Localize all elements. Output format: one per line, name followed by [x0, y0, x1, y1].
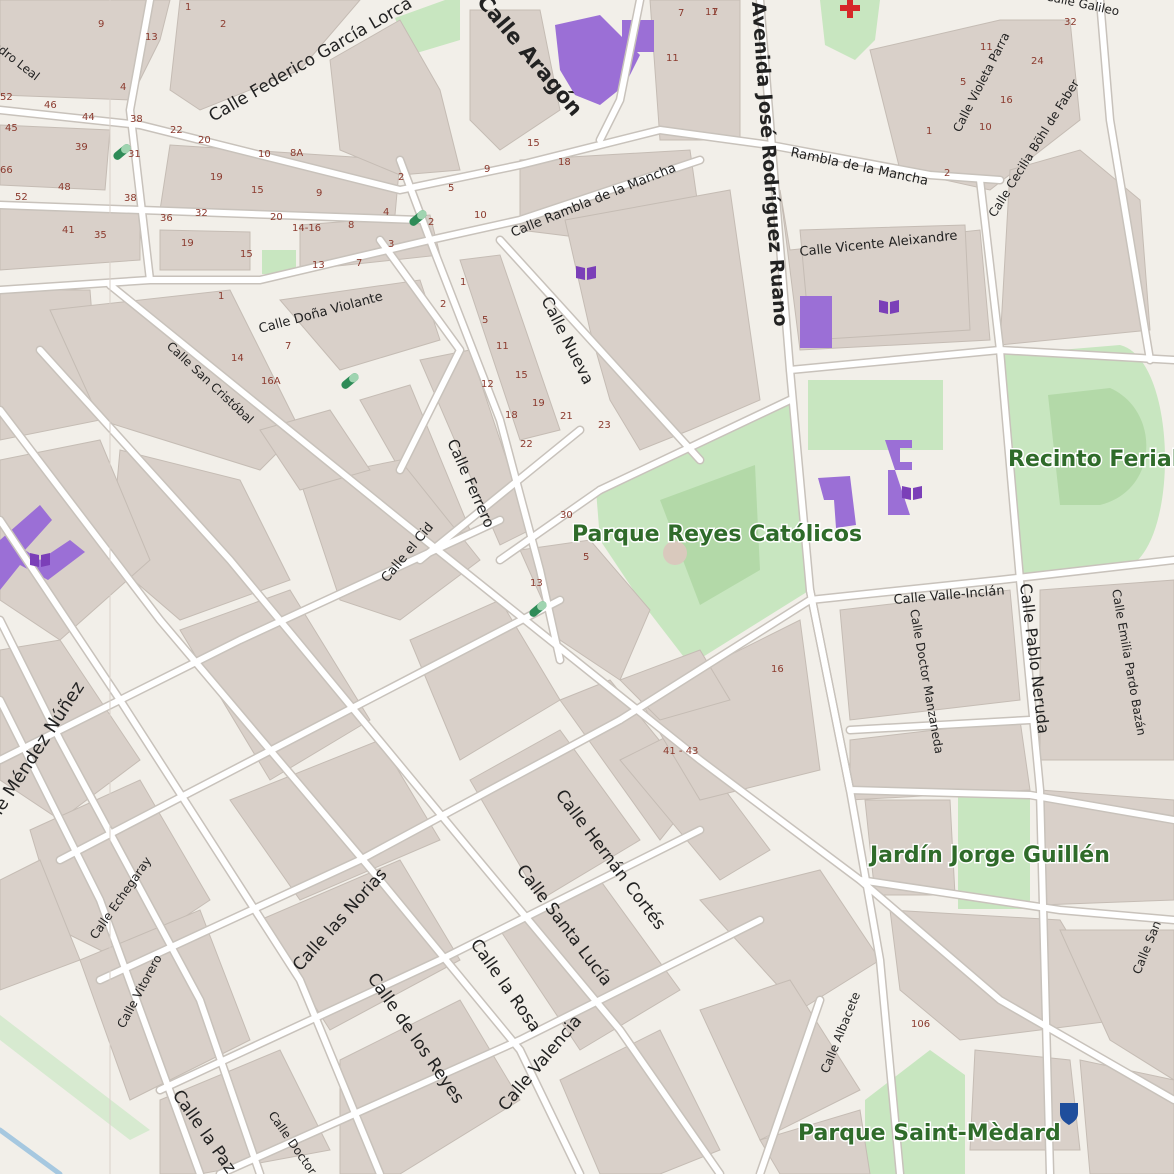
- house-number: 5: [960, 77, 966, 88]
- park-label-reyes-catolicos: Parque Reyes Católicos: [572, 522, 862, 547]
- house-number: 52: [0, 92, 13, 103]
- pharmacy-icon[interactable]: [340, 372, 360, 391]
- house-number: 7: [356, 258, 362, 269]
- house-number: 4: [383, 207, 389, 218]
- house-number: 16: [771, 664, 784, 675]
- house-number: 2: [944, 168, 950, 179]
- house-number: 9: [316, 188, 322, 199]
- house-number: 2: [220, 19, 226, 30]
- house-number: 36: [160, 213, 173, 224]
- house-number: 14: [231, 353, 244, 364]
- house-number: 18: [558, 157, 571, 168]
- house-number: 9: [484, 164, 490, 175]
- house-number: 15: [515, 370, 528, 381]
- map-canvas[interactable]: Calle Federico García Lorca Calle Aragón…: [0, 0, 1174, 1174]
- house-number: 22: [170, 125, 183, 136]
- house-number: 11: [666, 53, 679, 64]
- street-label-avenida-jose: Avenida José Rodríguez Ruano: [747, 1, 792, 327]
- house-number: 45: [5, 123, 18, 134]
- house-number: 12: [481, 379, 494, 390]
- house-number: 10: [979, 122, 992, 133]
- house-number: 4: [120, 82, 126, 93]
- house-number: 39: [75, 142, 88, 153]
- park-area-saint-medard: [865, 1050, 965, 1174]
- house-number: 38: [124, 193, 137, 204]
- house-number: 16A: [261, 376, 281, 387]
- house-number: 15: [527, 138, 540, 149]
- house-number: 41 - 43: [663, 746, 698, 757]
- house-number: 19: [210, 172, 223, 183]
- school-building-avenida: [800, 296, 832, 348]
- house-number: 41: [62, 225, 75, 236]
- house-number: 19: [532, 398, 545, 409]
- house-number: 10: [474, 210, 487, 221]
- map-view[interactable]: Calle Federico García Lorca Calle Aragón…: [0, 0, 1174, 1174]
- house-number: 18: [505, 410, 518, 421]
- school-building-h: [885, 440, 912, 515]
- house-number: 10: [258, 149, 271, 160]
- house-number: 11: [496, 341, 509, 352]
- house-number: 31: [128, 149, 141, 160]
- house-number: 20: [198, 135, 211, 146]
- house-number: 5: [448, 183, 454, 194]
- house-number: 32: [1064, 17, 1077, 28]
- house-number: 35: [94, 230, 107, 241]
- house-number: 1: [185, 2, 191, 13]
- house-number: 16: [1000, 95, 1013, 106]
- house-number: 5: [583, 552, 589, 563]
- house-number: 1: [460, 277, 466, 288]
- house-number: 13: [530, 578, 543, 589]
- house-number: 15: [240, 249, 253, 260]
- house-number: 7: [285, 341, 291, 352]
- house-number: 14-16: [292, 223, 321, 234]
- house-number: 2: [398, 172, 404, 183]
- canal: [0, 1127, 63, 1174]
- park-label-saint-medard: Parque Saint-Mèdard: [798, 1121, 1061, 1146]
- house-number: 15: [251, 185, 264, 196]
- house-number: 23: [598, 420, 611, 431]
- house-number: 32: [195, 208, 208, 219]
- house-number: 21: [560, 411, 573, 422]
- house-number: 38: [130, 114, 143, 125]
- house-number: 52: [15, 192, 28, 203]
- house-number: 1: [218, 291, 224, 302]
- house-number: 46: [44, 100, 57, 111]
- park-area-stadium: [808, 380, 943, 450]
- house-number: 106: [911, 1019, 930, 1030]
- house-number: 1: [926, 126, 932, 137]
- house-number: 8A: [290, 148, 303, 159]
- house-number: 3: [388, 239, 394, 250]
- house-number: 44: [82, 112, 95, 123]
- house-number: 8: [348, 220, 354, 231]
- house-number: 2: [428, 217, 434, 228]
- house-number: 48: [58, 182, 71, 193]
- school-icon[interactable]: [902, 486, 922, 500]
- school-building-u: [818, 476, 856, 528]
- house-number: 19: [181, 238, 194, 249]
- house-number: 20: [270, 212, 283, 223]
- house-number: 7: [712, 7, 718, 18]
- house-number: 11: [980, 42, 993, 53]
- house-number: 24: [1031, 56, 1044, 67]
- house-number: 22: [520, 439, 533, 450]
- house-number: 13: [145, 32, 158, 43]
- house-number: 7: [678, 8, 684, 19]
- house-number: 5: [482, 315, 488, 326]
- street-label-galileo: Calle Galileo: [1044, 0, 1120, 19]
- house-number: 2: [440, 299, 446, 310]
- house-number: 30: [560, 510, 573, 521]
- park-label-recinto-ferial: Recinto Ferial: [1008, 447, 1174, 472]
- house-number: 13: [312, 260, 325, 271]
- park-label-jorge-guillen: Jardín Jorge Guillén: [868, 843, 1110, 868]
- house-number: 66: [0, 165, 13, 176]
- house-number: 9: [98, 19, 104, 30]
